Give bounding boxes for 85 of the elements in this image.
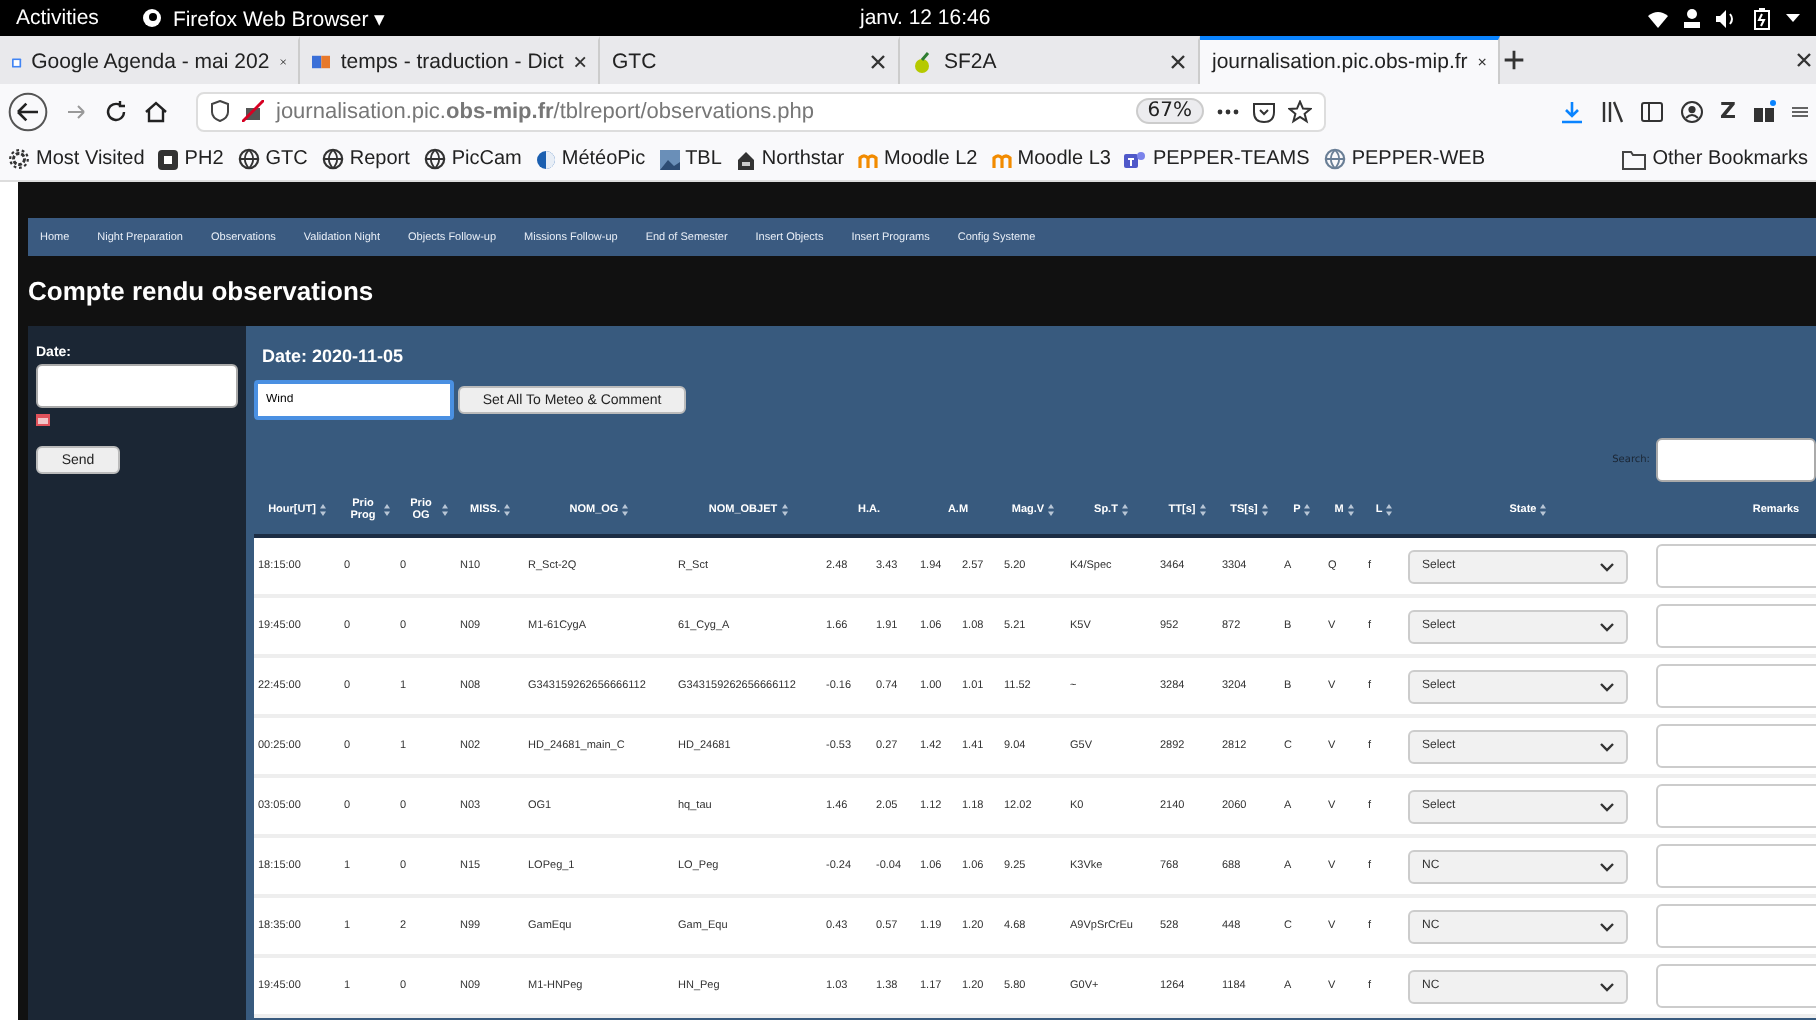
bookmark-link[interactable]: MétéoPic xyxy=(535,148,646,170)
reload-icon[interactable] xyxy=(104,99,128,123)
sort-icon xyxy=(622,504,629,516)
address-bar[interactable]: journalisation.pic.obs-mip.fr/tblreport/observations.php 67% xyxy=(196,91,1326,131)
firefox-icon xyxy=(142,8,163,28)
more-icon[interactable] xyxy=(1216,107,1240,115)
account-icon[interactable] xyxy=(1680,99,1705,123)
bookmark-link[interactable]: PEPPER-WEB xyxy=(1323,148,1485,170)
leaf-icon xyxy=(912,51,934,73)
half-circle-icon xyxy=(535,149,556,169)
bookmark-link[interactable]: Moodle L2 xyxy=(858,148,978,170)
building-icon xyxy=(735,149,756,169)
home-icon[interactable] xyxy=(144,99,168,123)
close-icon[interactable] xyxy=(1170,54,1186,70)
m-logo-icon xyxy=(858,150,879,168)
chevron-icon xyxy=(1600,981,1614,991)
pocket-icon[interactable] xyxy=(1252,99,1276,123)
close-icon[interactable] xyxy=(870,54,886,70)
chevron-icon xyxy=(1600,681,1614,691)
globe-icon xyxy=(321,148,344,170)
broken-lock-icon[interactable] xyxy=(242,100,264,122)
chevron-icon xyxy=(1600,741,1614,751)
close-icon[interactable] xyxy=(573,54,586,70)
volume-icon[interactable] xyxy=(1716,9,1738,27)
back-icon[interactable] xyxy=(8,91,48,131)
chevron-icon xyxy=(1600,921,1614,931)
star-icon[interactable] xyxy=(1288,99,1312,123)
sort-icon xyxy=(1347,504,1354,516)
sort-icon xyxy=(383,504,389,516)
image-icon xyxy=(659,149,680,169)
close-icon[interactable] xyxy=(1477,54,1486,70)
caret-icon[interactable] xyxy=(1786,14,1800,22)
sort-icon xyxy=(1199,504,1206,516)
chevron-icon xyxy=(1600,621,1614,631)
sidebar-icon[interactable] xyxy=(1640,99,1665,123)
sort-icon xyxy=(1540,504,1547,516)
library-icon[interactable] xyxy=(1600,99,1625,123)
extension-button[interactable]: Z xyxy=(1720,98,1736,124)
bookmark-link[interactable]: TBL xyxy=(659,148,722,170)
sort-icon xyxy=(319,504,326,516)
zoom-level-button[interactable]: 67% xyxy=(1135,98,1204,124)
chevron-icon xyxy=(1600,861,1614,871)
sort-icon xyxy=(503,504,510,516)
date-input[interactable] xyxy=(36,364,238,408)
activities-button[interactable]: Activities xyxy=(16,6,99,30)
globe-icon xyxy=(1323,148,1346,170)
shield-icon[interactable] xyxy=(210,100,230,122)
globe-icon xyxy=(423,148,446,170)
search-input[interactable] xyxy=(1656,438,1816,482)
bookmark-link[interactable]: PicCam xyxy=(423,148,522,170)
download-icon[interactable] xyxy=(1560,99,1585,123)
app-menu[interactable]: Firefox Web Browser ▾ xyxy=(142,5,387,31)
chevron-icon xyxy=(1600,801,1614,811)
sort-icon xyxy=(1121,504,1128,516)
folder-icon xyxy=(1622,149,1647,169)
person-icon[interactable] xyxy=(1684,8,1700,28)
forward-icon[interactable] xyxy=(64,99,88,123)
sort-icon xyxy=(441,504,447,516)
bookmark-link[interactable]: PEPPER-TEAMS xyxy=(1124,148,1310,170)
m-logo-icon xyxy=(991,150,1012,168)
teams-icon xyxy=(1124,149,1147,169)
browser-tab[interactable]: journalisation.pic.obs-mip.fr xyxy=(1200,36,1500,84)
sort-icon xyxy=(1048,504,1055,516)
sort-icon xyxy=(781,504,788,516)
date-heading: Date: 2020-11-05 xyxy=(262,346,406,366)
bookmark-link[interactable]: Northstar xyxy=(735,148,845,170)
bookmark-link[interactable]: Most Visited xyxy=(8,148,145,170)
bookmark-link[interactable]: Moodle L3 xyxy=(991,148,1111,170)
bookmark-link[interactable]: GTC xyxy=(237,148,308,170)
clock[interactable]: janv. 12 16:46 xyxy=(860,6,991,30)
bookmark-link[interactable]: PH2 xyxy=(158,148,224,170)
globe-icon xyxy=(237,148,260,170)
sort-icon xyxy=(1304,504,1311,516)
bookmark-link[interactable]: Report xyxy=(321,148,410,170)
bookmark-folder[interactable]: Other Bookmarks xyxy=(1622,148,1808,170)
chevron-icon xyxy=(1600,561,1614,571)
calendar-icon[interactable] xyxy=(36,414,50,426)
gift-icon[interactable] xyxy=(1752,99,1776,123)
page-title: Compte rendu observations xyxy=(28,276,376,306)
wifi-icon[interactable] xyxy=(1648,9,1668,27)
sort-icon xyxy=(1386,504,1393,516)
wr-logo-icon xyxy=(312,54,331,70)
sort-icon xyxy=(1261,504,1268,516)
battery-icon[interactable] xyxy=(1754,7,1770,29)
square-icon xyxy=(158,149,179,169)
